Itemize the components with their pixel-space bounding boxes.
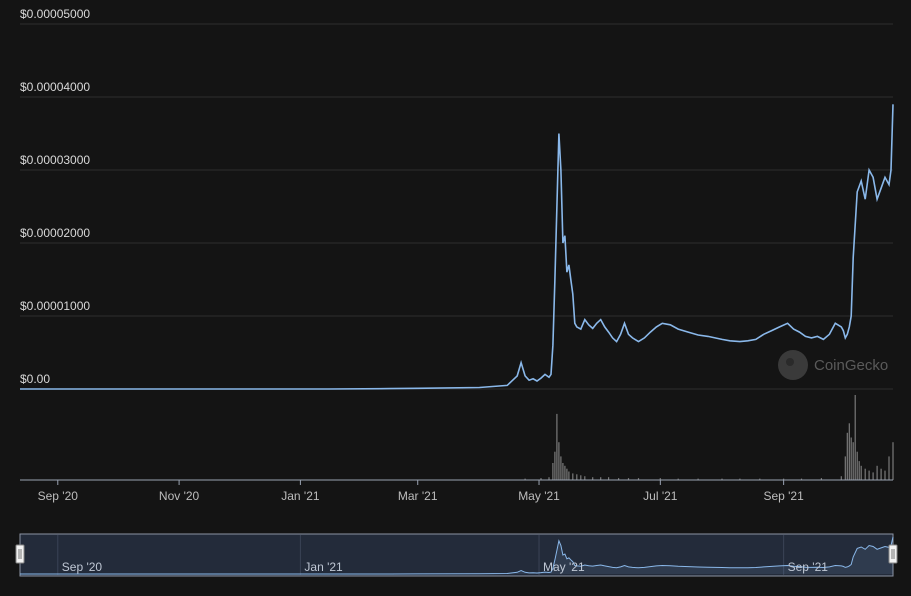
x-tick-label: May '21 xyxy=(518,489,560,503)
y-tick-label: $0.00003000 xyxy=(20,153,90,167)
volume-bar xyxy=(844,456,846,480)
volume-bar xyxy=(580,475,582,480)
volume-bar xyxy=(846,432,848,480)
x-tick-label: Mar '21 xyxy=(398,489,438,503)
coingecko-logo-icon xyxy=(778,350,808,380)
x-axis-labels: Sep '20 Nov '20 Jan '21 Mar '21 May '21 Jul '… xyxy=(38,480,804,503)
volume-bar xyxy=(868,470,870,480)
range-navigator[interactable]: Sep '20 Jan '21 May '21 Sep '21 xyxy=(15,533,898,577)
navigator-right-handle[interactable] xyxy=(888,544,898,564)
volume-bar xyxy=(852,442,854,480)
volume-bar xyxy=(554,451,556,480)
navigator-label: Sep '20 xyxy=(62,560,103,574)
navigator-label: May '21 xyxy=(543,560,585,574)
volume-bar xyxy=(848,423,850,480)
volume-bar xyxy=(840,476,842,480)
volume-bar xyxy=(558,442,560,480)
volume-bar xyxy=(560,456,562,480)
y-tick-label: $0.00005000 xyxy=(20,7,90,21)
y-tick-label: $0.00004000 xyxy=(20,80,90,94)
volume-bar xyxy=(854,395,856,480)
volume-bar xyxy=(576,474,578,480)
volume-bar xyxy=(856,451,858,480)
volume-bar xyxy=(566,468,568,480)
chart-canvas: $0.00 $0.00001000 $0.00002000 $0.00003000 $0… xyxy=(15,7,898,577)
price-chart: $0.00 $0.00001000 $0.00002000 $0.00003000 $0… xyxy=(0,0,911,596)
y-tick-label: $0.00001000 xyxy=(20,299,90,313)
x-tick-label: Sep '20 xyxy=(38,489,79,503)
volume-bar xyxy=(884,470,886,480)
gridlines xyxy=(20,23,893,390)
navigator-label: Jan '21 xyxy=(304,560,343,574)
price-series-line xyxy=(20,104,894,390)
volume-bar xyxy=(572,473,574,480)
volume-bar xyxy=(584,476,586,480)
volume-bar xyxy=(872,472,874,480)
volume-bar xyxy=(860,465,862,480)
y-tick-label: $0.00002000 xyxy=(20,226,90,240)
volume-bar xyxy=(888,456,890,480)
y-tick-label: $0.00 xyxy=(20,372,50,386)
x-tick-label: Jul '21 xyxy=(643,489,678,503)
volume-bar xyxy=(892,442,894,480)
volume-bar xyxy=(876,465,878,480)
volume-bar xyxy=(858,461,860,480)
volume-bars xyxy=(57,395,894,480)
volume-bar xyxy=(568,471,570,480)
x-tick-label: Nov '20 xyxy=(159,489,200,503)
volume-bar xyxy=(850,437,852,480)
volume-bar xyxy=(556,413,558,480)
navigator-left-handle[interactable] xyxy=(15,544,25,564)
volume-bar xyxy=(552,463,554,480)
x-tick-label: Sep '21 xyxy=(763,489,804,503)
volume-bar xyxy=(864,468,866,480)
coingecko-watermark: CoinGecko xyxy=(778,350,888,380)
watermark-text: CoinGecko xyxy=(814,357,888,374)
volume-bar xyxy=(562,463,564,480)
volume-bar xyxy=(564,465,566,480)
y-axis-labels: $0.00 $0.00001000 $0.00002000 $0.00003000 $0… xyxy=(20,7,90,386)
navigator-label: Sep '21 xyxy=(788,560,829,574)
x-tick-label: Jan '21 xyxy=(281,489,320,503)
volume-bar xyxy=(880,468,882,480)
